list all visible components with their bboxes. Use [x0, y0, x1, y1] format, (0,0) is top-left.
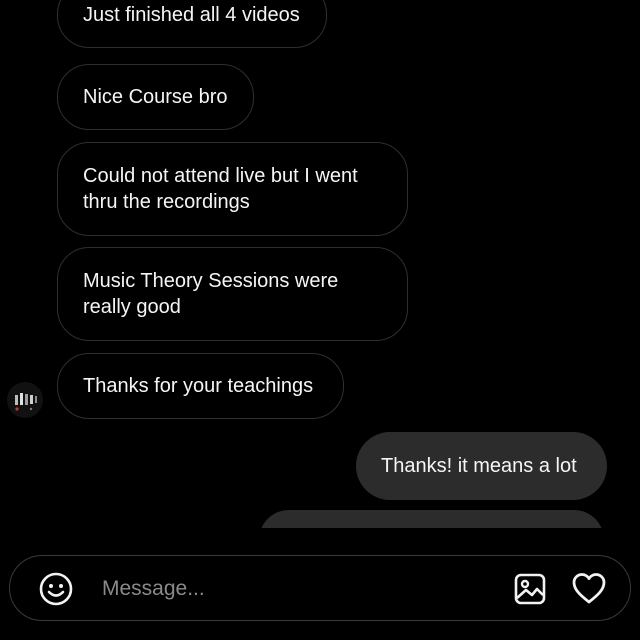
message-thread[interactable]: Just finished all 4 videos Nice Course b…: [0, 0, 640, 528]
outgoing-message-bubble[interactable]: [259, 510, 604, 528]
sender-avatar[interactable]: [7, 382, 43, 418]
message-text: Nice Course bro: [83, 86, 228, 108]
incoming-message-bubble[interactable]: Thanks for your teachings: [57, 353, 344, 419]
emoji-icon: [39, 572, 73, 606]
incoming-message-bubble[interactable]: Just finished all 4 videos: [57, 0, 327, 48]
message-text: Thanks! it means a lot: [381, 455, 577, 477]
message-text: Thanks for your teachings: [83, 375, 314, 397]
emoji-button[interactable]: [38, 571, 74, 607]
incoming-message-bubble[interactable]: Nice Course bro: [57, 64, 254, 130]
image-icon: [514, 573, 546, 605]
send-image-button[interactable]: [512, 571, 548, 607]
incoming-message-bubble[interactable]: Could not attend live but I went thru th…: [57, 142, 408, 236]
dm-conversation-screen: Just finished all 4 videos Nice Course b…: [0, 0, 640, 640]
outgoing-message-bubble[interactable]: Thanks! it means a lot: [356, 432, 607, 500]
message-input[interactable]: [100, 570, 484, 608]
message-text: Could not attend live but I went thru th…: [83, 165, 358, 213]
message-text: Just finished all 4 videos: [83, 4, 300, 26]
message-text: Music Theory Sessions were really good: [83, 270, 339, 318]
heart-icon: [572, 573, 606, 604]
incoming-message-bubble[interactable]: Music Theory Sessions were really good: [57, 247, 408, 341]
message-composer: [9, 555, 631, 621]
like-button[interactable]: [570, 570, 608, 606]
avatar-image-icon: [7, 382, 43, 418]
